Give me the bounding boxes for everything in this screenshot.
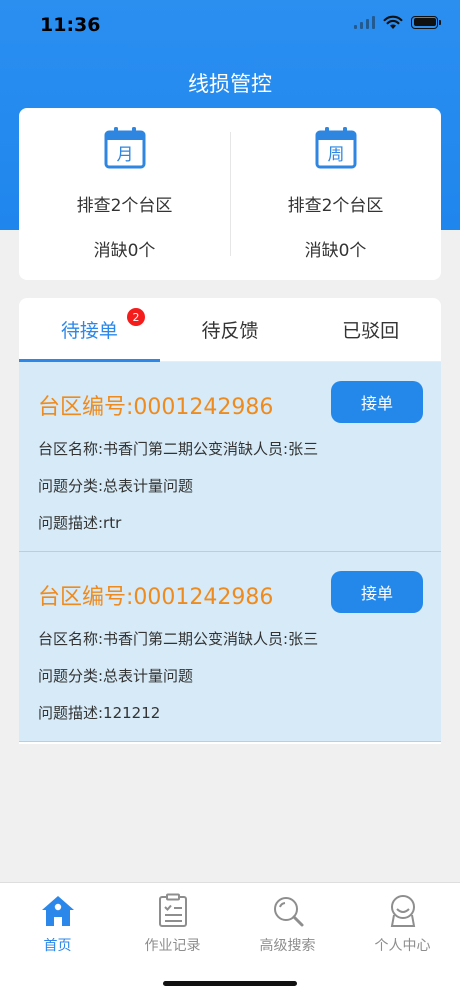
user-icon [390, 895, 415, 927]
summary-card: 月 排查2个台区 消缺0个 周 排查2个台区 消缺0个 [19, 108, 441, 280]
battery-icon [411, 15, 441, 29]
tab-rejected[interactable]: 已驳回 [300, 298, 441, 361]
home-indicator [163, 981, 297, 986]
order-description: 问题描述:rtr [38, 514, 122, 532]
tab-pending-feedback[interactable]: 待反馈 [160, 298, 301, 361]
tabbar-personal-center[interactable]: 个人中心 [345, 883, 460, 996]
accept-order-button[interactable]: 接单 [331, 381, 423, 423]
order-area-name: 台区名称:书香门第二期公变消缺人员:张三 [38, 440, 319, 458]
tab-label: 待反馈 [201, 320, 259, 342]
order-category: 问题分类:总表计量问题 [38, 477, 194, 495]
bottom-tab-bar: 首页 作业记录 高级搜索 个人中心 [0, 882, 460, 996]
tabbar-work-records[interactable]: 作业记录 [115, 883, 230, 996]
tabbar-label: 高级搜索 [259, 938, 316, 954]
summary-week[interactable]: 周 排查2个台区 消缺0个 [230, 108, 441, 280]
month-checked-count: 排查2个台区 [76, 196, 173, 216]
order-code: 台区编号:0001242986 [38, 395, 274, 420]
accept-order-button[interactable]: 接单 [331, 571, 423, 613]
page-title: 线损管控 [188, 72, 272, 96]
tabbar-label: 作业记录 [144, 938, 201, 954]
search-icon [273, 897, 303, 927]
calendar-week-icon: 周 [315, 127, 356, 169]
clipboard-list-icon [158, 893, 187, 927]
order-area-name: 台区名称:书香门第二期公变消缺人员:张三 [38, 630, 319, 648]
pending-count-badge: 2 [127, 308, 145, 326]
order-item[interactable]: 台区编号:0001242986 接单 台区名称:书香门第二期公变消缺人员:张三 … [19, 552, 441, 742]
wifi-icon [383, 15, 403, 29]
order-description: 问题描述:121212 [38, 704, 161, 722]
tab-label: 已驳回 [342, 320, 400, 342]
home-icon [41, 896, 74, 926]
week-fixed-count: 消缺0个 [304, 241, 367, 261]
svg-text:月: 月 [116, 145, 133, 165]
signal-icon [354, 15, 375, 29]
summary-month[interactable]: 月 排查2个台区 消缺0个 [19, 108, 230, 280]
week-checked-count: 排查2个台区 [287, 196, 384, 216]
order-code: 台区编号:0001242986 [38, 585, 274, 610]
calendar-month-icon: 月 [104, 127, 145, 169]
svg-text:周: 周 [327, 145, 344, 165]
order-tabs: 待接单 2 待反馈 已驳回 [19, 298, 441, 362]
month-fixed-count: 消缺0个 [93, 241, 156, 261]
tab-label: 待接单 [60, 320, 118, 342]
status-bar: 11:36 [0, 0, 460, 50]
status-time: 11:36 [40, 14, 101, 36]
order-item[interactable]: 台区编号:0001242986 接单 台区名称:书香门第二期公变消缺人员:张三 … [19, 362, 441, 552]
order-category: 问题分类:总表计量问题 [38, 667, 194, 685]
tabbar-home[interactable]: 首页 [0, 883, 115, 996]
tabbar-label: 首页 [43, 938, 72, 954]
tabbar-label: 个人中心 [374, 938, 431, 954]
tabbar-advanced-search[interactable]: 高级搜索 [230, 883, 345, 996]
work-order-panel: 待接单 2 待反馈 已驳回 台区编号:0001242986 接单 台区名称:书香… [19, 298, 441, 744]
status-icons [354, 14, 441, 30]
tab-pending-accept[interactable]: 待接单 2 [19, 298, 160, 361]
